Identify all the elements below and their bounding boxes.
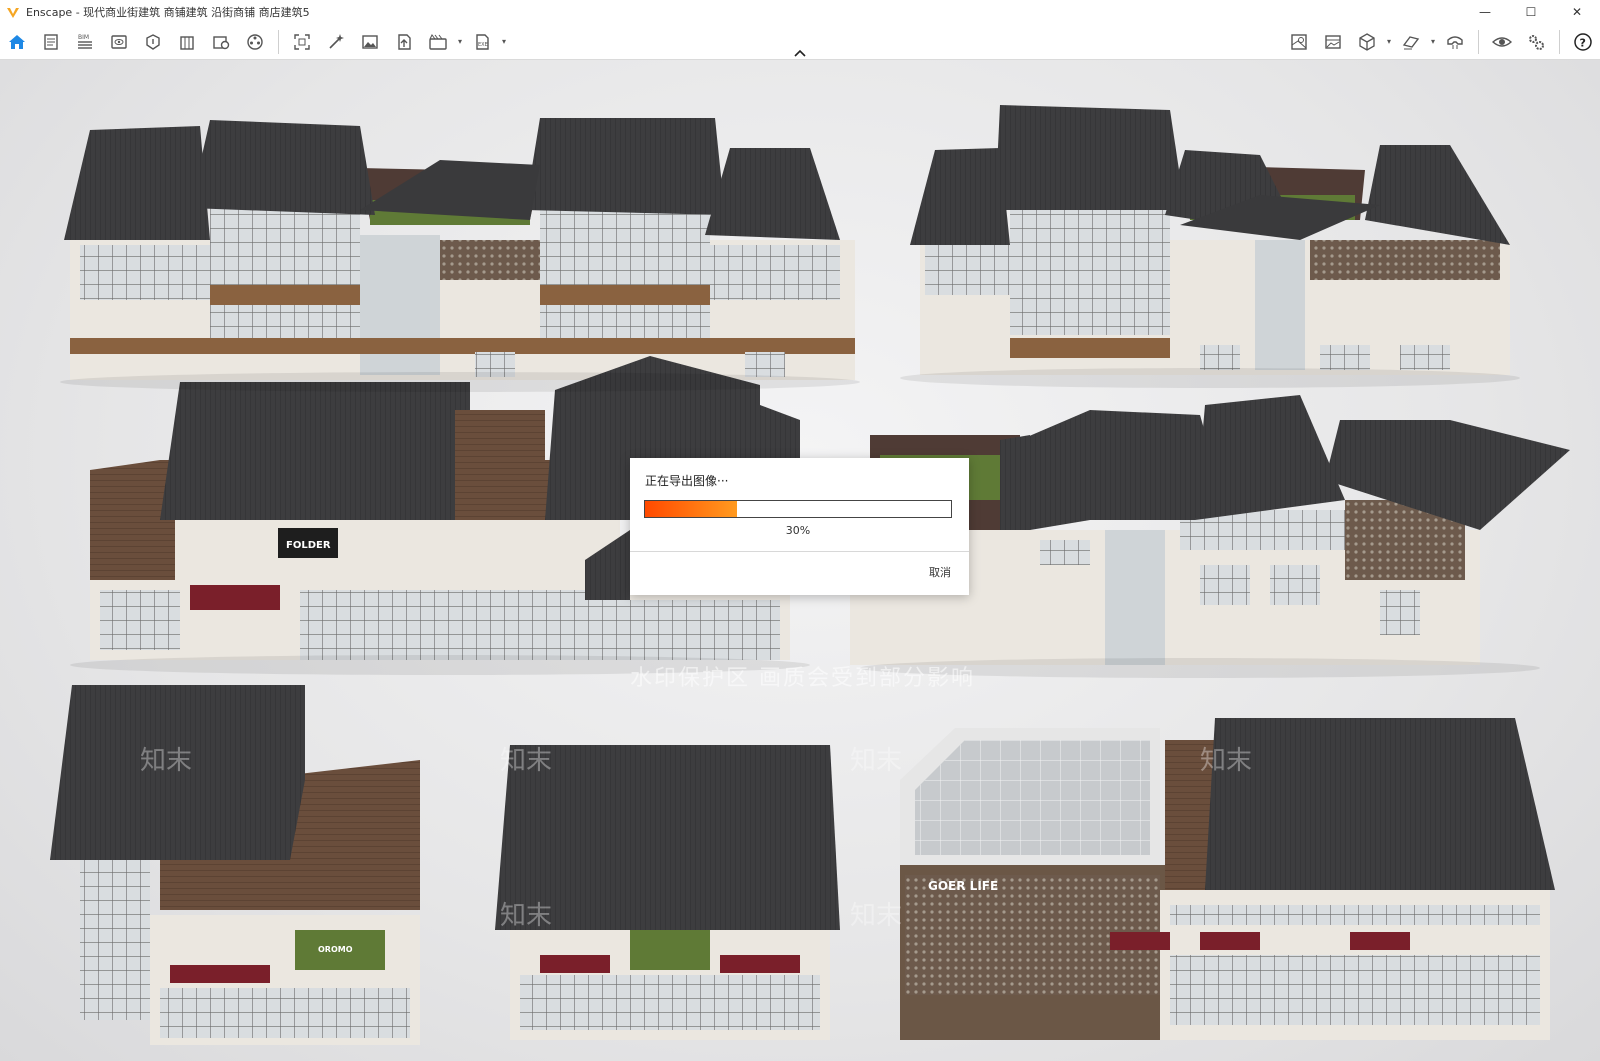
help-button[interactable]: ? [1568,27,1598,57]
bim-button[interactable]: BIM [70,27,100,57]
enscape-logo-icon [7,8,19,18]
window-title: Enscape - 现代商业街建筑 商铺建筑 沿街商铺 商店建筑5 [26,6,310,19]
ground-shadow [900,368,1520,388]
toolbar-separator [1559,29,1560,54]
exe-dropdown-chevron-icon[interactable]: ▾ [499,27,509,57]
screenshot-icon [294,33,310,50]
toolbar-separator [278,29,279,54]
site-context-icon [146,33,160,50]
views-icon [111,34,127,49]
asset-library-button[interactable] [206,27,236,57]
enscape-window: Enscape - 现代商业街建筑 商铺建筑 沿街商铺 商店建筑5 — ☐ ✕ … [0,0,1600,1061]
home-button[interactable] [2,27,32,57]
building-model-5: OROMO [50,685,420,1045]
settings-icon [1529,34,1544,50]
svg-text:?: ? [1580,36,1586,49]
screenshot-button[interactable] [287,27,317,57]
dialog-divider [630,551,969,552]
section-icon [1402,35,1420,49]
video-dropdown-chevron-icon[interactable]: ▾ [455,27,465,57]
cancel-button[interactable]: 取消 [929,564,951,580]
vr-headset-button[interactable] [1440,27,1470,57]
map-icon [1291,33,1307,50]
collapse-toolbar-chevron-up-icon[interactable] [792,47,808,59]
svg-text:EXE: EXE [478,42,488,48]
eye-icon [1492,36,1512,47]
section-button[interactable] [1396,27,1426,57]
toolbar-right-group: ▾ ▾ ? [1282,27,1600,57]
material-editor-icon [247,33,263,50]
watermark-brand: 知末 [140,746,193,776]
section-dropdown-chevron-icon[interactable]: ▾ [1428,27,1438,57]
maximize-button[interactable]: ☐ [1508,0,1554,24]
upload-button[interactable] [389,27,419,57]
map-button[interactable] [1284,27,1314,57]
progress-percentage: 30% [785,524,811,537]
export-progress-dialog: 正在导出图像··· 30% 取消 [630,458,969,595]
panorama-button[interactable] [1318,27,1348,57]
watermark-brand: 知末 [500,746,553,776]
exe-export-icon: EXE [476,33,489,50]
export-progress-bar [644,500,952,518]
toolbar-left-group: BIM ▾ EXE ▾ [0,27,509,57]
notes-icon [44,33,58,50]
site-context-button[interactable] [138,27,168,57]
minimize-button[interactable]: — [1462,0,1508,24]
panorama-icon [1325,34,1341,49]
dialog-title: 正在导出图像··· [645,474,729,488]
building-button[interactable] [172,27,202,57]
building-model-6 [495,745,840,1040]
progress-bar-fill [645,501,737,517]
video-button[interactable] [423,27,453,57]
storefront-sign-folder: FOLDER [286,540,331,551]
video-icon [429,33,447,50]
cube-button[interactable] [1352,27,1382,57]
asset-library-icon [213,35,230,49]
views-button[interactable] [104,27,134,57]
watermark-brand: 知末 [850,746,903,776]
window-controls: — ☐ ✕ [1462,0,1600,24]
upload-icon [398,33,411,50]
visibility-button[interactable] [1487,27,1517,57]
svg-text:BIM: BIM [78,34,89,41]
close-button[interactable]: ✕ [1554,0,1600,24]
magic-wand-icon [329,33,344,49]
magic-wand-button[interactable] [321,27,351,57]
toolbar-separator [1478,29,1479,54]
settings-button[interactable] [1521,27,1551,57]
building-icon [180,35,194,50]
watermark-brand: 知末 [500,901,553,931]
notes-button[interactable] [36,27,66,57]
image-export-icon [362,34,378,49]
watermark-brand: 知末 [850,901,903,931]
help-icon: ? [1574,32,1592,51]
bim-icon: BIM [78,34,92,49]
image-export-button[interactable] [355,27,385,57]
material-editor-button[interactable] [240,27,270,57]
home-icon [9,34,25,49]
vr-headset-icon [1447,35,1463,49]
building-model-2 [910,105,1510,375]
watermark-protection-text: 水印保护区 画质会受到部分影响 [630,666,975,691]
storefront-sign-oromo: OROMO [318,945,353,954]
title-bar: Enscape - 现代商业街建筑 商铺建筑 沿街商铺 商店建筑5 — ☐ ✕ [0,0,1600,25]
ground-shadow [60,372,860,392]
watermark-brand: 知末 [1200,746,1253,776]
cube-icon [1359,32,1375,51]
cube-dropdown-chevron-icon[interactable]: ▾ [1384,27,1394,57]
building-model-1 [64,118,855,380]
storefront-sign-goer-life: GOER LIFE [928,879,998,893]
exe-export-button[interactable]: EXE [467,27,497,57]
